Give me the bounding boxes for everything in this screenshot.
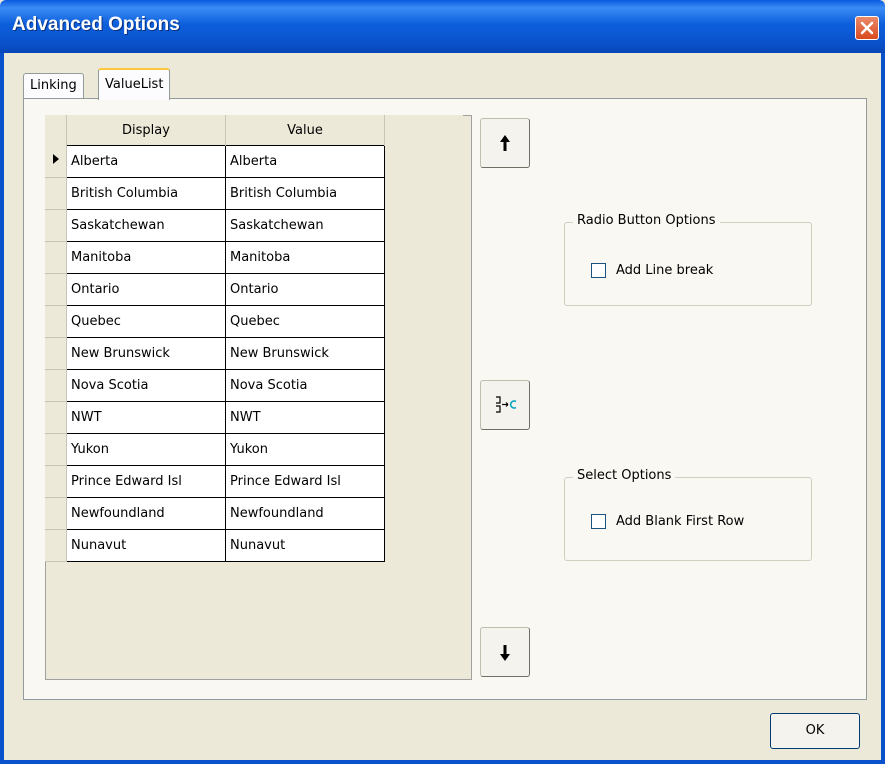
move-up-button[interactable] [480,118,530,168]
select-options-legend: Select Options [573,468,676,483]
table-row[interactable]: Yukon Yukon [45,433,463,466]
column-header-value[interactable]: Value [225,115,385,146]
display-cell[interactable]: Manitoba [66,241,226,274]
row-selector[interactable] [45,241,67,274]
display-cell[interactable]: Nunavut [66,529,226,562]
value-cell[interactable]: Alberta [225,145,385,178]
arrow-up-icon [500,135,510,151]
value-cell[interactable]: Newfoundland [225,497,385,530]
value-cell[interactable]: Prince Edward Isl [225,465,385,498]
add-line-break-option[interactable]: Add Line break [591,263,713,278]
window-title: Advanced Options [12,14,180,35]
title-bar[interactable]: Advanced Options [0,0,885,53]
row-selector[interactable] [45,337,67,370]
row-selector[interactable] [45,209,67,242]
display-cell[interactable]: Prince Edward Isl [66,465,226,498]
row-selector[interactable] [45,305,67,338]
table-row[interactable]: Nova Scotia Nova Scotia [45,369,463,402]
copy-display-to-value-icon [496,396,517,413]
value-cell[interactable]: Nunavut [225,529,385,562]
display-cell[interactable]: NWT [66,401,226,434]
column-header-blank [384,115,463,146]
window-border-left [0,53,4,764]
row-selector[interactable] [45,529,67,562]
display-cell[interactable]: New Brunswick [66,337,226,370]
table-row[interactable]: Alberta Alberta [45,145,463,178]
value-cell[interactable]: Quebec [225,305,385,338]
row-selector[interactable] [45,145,67,178]
add-line-break-checkbox[interactable] [591,263,606,278]
radio-button-options-legend: Radio Button Options [573,213,720,228]
select-options-group: Select Options Add Blank First Row [564,468,812,561]
table-row[interactable]: Manitoba Manitoba [45,241,463,274]
table-row[interactable]: Nunavut Nunavut [45,529,463,562]
table-row[interactable]: Prince Edward Isl Prince Edward Isl [45,465,463,498]
move-down-button[interactable] [480,627,530,677]
row-selector[interactable] [45,177,67,210]
window-border-right [881,53,885,764]
display-cell[interactable]: Ontario [66,273,226,306]
row-selector[interactable] [45,369,67,402]
add-blank-first-row-label[interactable]: Add Blank First Row [616,514,744,529]
current-row-pointer-icon [52,154,59,165]
value-cell[interactable]: Nova Scotia [225,369,385,402]
display-cell[interactable]: Alberta [66,145,226,178]
row-selector[interactable] [45,433,67,466]
value-cell[interactable]: British Columbia [225,177,385,210]
column-header-display[interactable]: Display [66,115,226,146]
value-cell[interactable]: Ontario [225,273,385,306]
table-row[interactable]: Newfoundland Newfoundland [45,497,463,530]
add-line-break-label[interactable]: Add Line break [616,263,713,278]
row-selector[interactable] [45,497,67,530]
grid-corner-header [45,115,67,146]
table-row[interactable]: New Brunswick New Brunswick [45,337,463,370]
radio-button-options-group: Radio Button Options Add Line break [564,213,812,306]
tab-linking[interactable]: Linking [23,73,84,98]
row-selector[interactable] [45,401,67,434]
table-row[interactable]: Saskatchewan Saskatchewan [45,209,463,242]
display-cell[interactable]: Yukon [66,433,226,466]
table-row[interactable]: Quebec Quebec [45,305,463,338]
grid-header-row: Display Value [45,115,463,146]
display-cell[interactable]: Nova Scotia [66,369,226,402]
value-cell[interactable]: Saskatchewan [225,209,385,242]
table-row[interactable]: NWT NWT [45,401,463,434]
ok-button[interactable]: OK [770,713,860,749]
close-icon [860,21,874,35]
value-cell[interactable]: Manitoba [225,241,385,274]
copy-display-to-value-button[interactable] [480,380,530,430]
value-cell[interactable]: New Brunswick [225,337,385,370]
value-cell[interactable]: NWT [225,401,385,434]
value-list-grid[interactable]: Display Value Alberta Alberta British Colu… [45,115,463,562]
row-selector[interactable] [45,465,67,498]
window-border-bottom [0,760,885,764]
value-cell[interactable]: Yukon [225,433,385,466]
add-blank-first-row-checkbox[interactable] [591,514,606,529]
row-selector[interactable] [45,273,67,306]
display-cell[interactable]: Newfoundland [66,497,226,530]
arrow-down-icon [500,645,510,661]
display-cell[interactable]: Quebec [66,305,226,338]
table-row[interactable]: Ontario Ontario [45,273,463,306]
display-cell[interactable]: Saskatchewan [66,209,226,242]
display-cell[interactable]: British Columbia [66,177,226,210]
close-button[interactable] [855,16,879,40]
table-row[interactable]: British Columbia British Columbia [45,177,463,210]
tab-valuelist[interactable]: ValueList [98,68,171,100]
add-blank-first-row-option[interactable]: Add Blank First Row [591,514,744,529]
